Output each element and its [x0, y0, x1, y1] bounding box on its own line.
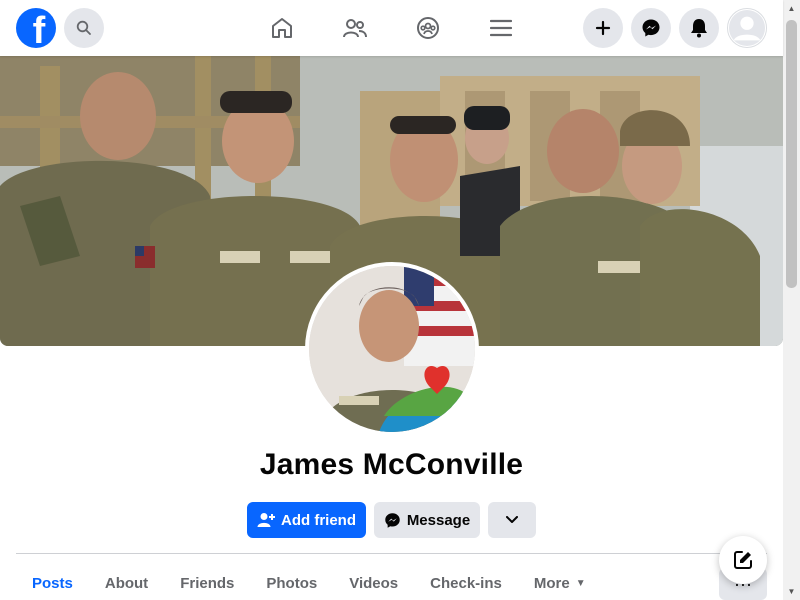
avatar-icon [728, 9, 766, 47]
create-button[interactable] [583, 8, 623, 48]
facebook-logo[interactable]: f [16, 8, 56, 48]
add-friend-button[interactable]: Add friend [247, 502, 366, 538]
search-button[interactable] [64, 8, 104, 48]
nav-menu[interactable] [485, 12, 517, 44]
message-label: Message [406, 511, 471, 529]
caret-down-icon: ▼ [575, 577, 586, 589]
tab-more-label: More [533, 574, 570, 592]
scroll-down-arrow[interactable]: ▼ [783, 583, 800, 600]
friends-icon [343, 19, 367, 38]
add-friend-icon [257, 513, 275, 527]
profile-name: James McConville [259, 448, 524, 481]
nav-home[interactable] [266, 12, 298, 44]
scroll-thumb[interactable] [786, 20, 797, 288]
tab-friends-label: Friends [180, 574, 235, 592]
page-scrollbar[interactable]: ▲ ▼ [783, 0, 800, 600]
tab-about-label: About [104, 574, 149, 592]
profile-picture[interactable] [305, 262, 479, 436]
tab-posts[interactable]: Posts [16, 566, 89, 600]
tab-photos[interactable]: Photos [250, 566, 333, 600]
profile-picture-image [309, 266, 475, 432]
plus-icon [595, 20, 611, 36]
tab-videos-label: Videos [349, 574, 399, 592]
tab-check-ins-label: Check-ins [430, 574, 502, 592]
messenger-icon [642, 19, 660, 37]
facebook-logo-letter: f [32, 10, 46, 48]
bell-icon [691, 19, 707, 38]
search-icon [76, 20, 91, 35]
tab-videos[interactable]: Videos [333, 566, 414, 600]
tab-friends[interactable]: Friends [164, 566, 250, 600]
messenger-icon [385, 512, 400, 528]
message-button[interactable]: Message [374, 502, 480, 538]
top-navigation-bar: f [0, 0, 783, 56]
notifications-button[interactable] [679, 8, 719, 48]
tab-more[interactable]: More ▼ [518, 566, 602, 600]
nav-friends[interactable] [339, 12, 371, 44]
tab-check-ins[interactable]: Check-ins [414, 566, 518, 600]
nav-groups[interactable] [412, 12, 444, 44]
messenger-button[interactable] [631, 8, 671, 48]
new-message-button[interactable] [719, 536, 767, 584]
scroll-up-arrow[interactable]: ▲ [783, 0, 800, 17]
compose-icon [734, 551, 752, 569]
add-friend-label: Add friend [281, 511, 356, 529]
tab-posts-label: Posts [32, 574, 73, 592]
more-options-button[interactable] [488, 502, 536, 538]
profile-divider [16, 553, 767, 554]
account-button[interactable] [727, 8, 767, 48]
profile-tabs: Posts About Friends Photos Videos Check-… [16, 566, 602, 600]
chevron-down-icon [506, 516, 518, 523]
groups-icon [417, 17, 439, 39]
tab-photos-label: Photos [266, 574, 318, 592]
home-icon [272, 18, 292, 38]
hamburger-icon [490, 19, 512, 37]
tab-about[interactable]: About [89, 566, 164, 600]
